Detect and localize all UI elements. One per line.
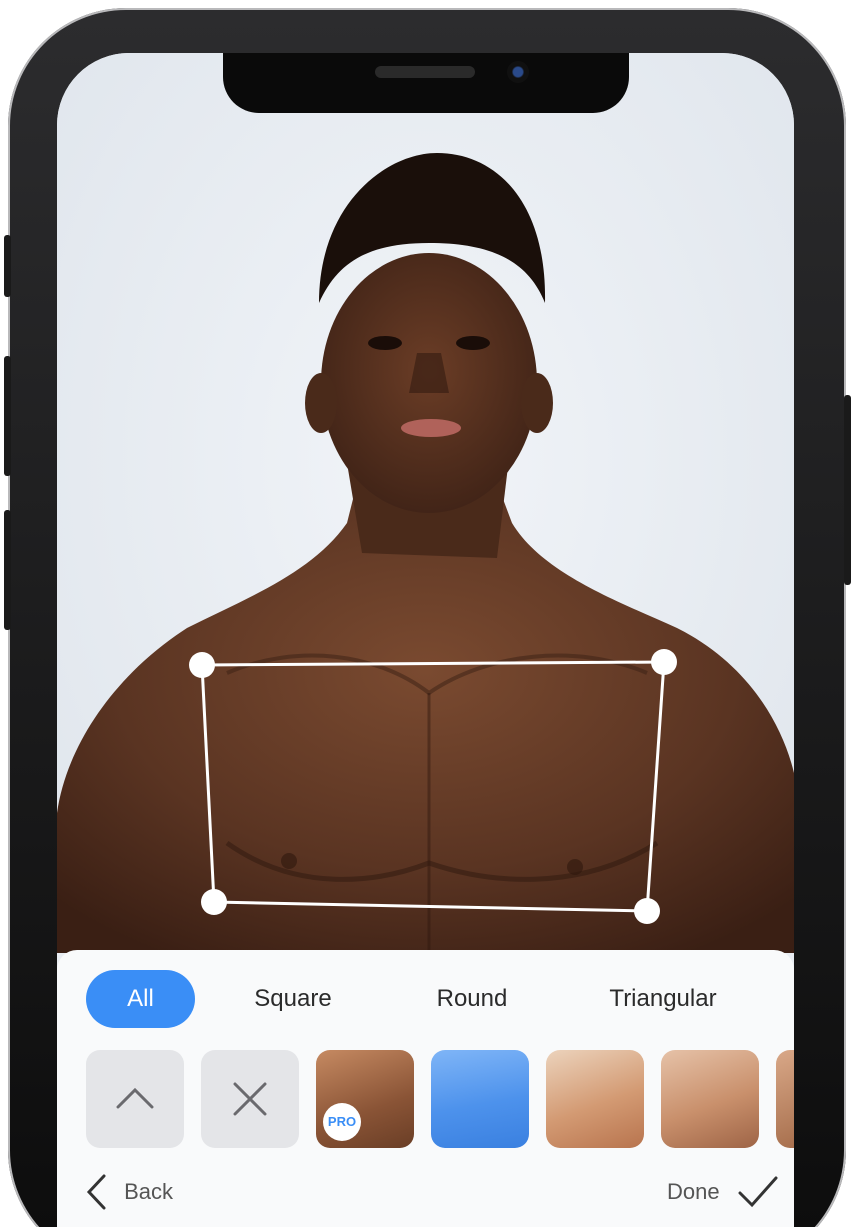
volume-up-button <box>4 356 11 476</box>
back-label: Back <box>124 1179 174 1204</box>
tab-square[interactable]: Square <box>233 970 353 1028</box>
handle-bottom-left[interactable] <box>201 889 227 915</box>
chevron-left-icon <box>86 1174 106 1210</box>
side-button <box>4 235 11 297</box>
tab-triangular[interactable]: Triangular <box>593 970 733 1028</box>
power-button <box>844 395 851 585</box>
phone-notch <box>223 53 629 113</box>
close-icon <box>233 1082 267 1116</box>
clear-button[interactable] <box>201 1050 299 1148</box>
front-camera <box>507 61 529 83</box>
tab-round[interactable]: Round <box>417 970 527 1028</box>
abs-preset-thumbnail-3[interactable] <box>546 1050 644 1148</box>
app-screen: All Square Round Triangular PRO Back Don… <box>57 53 794 1227</box>
pro-badge: PRO <box>323 1103 361 1141</box>
abs-preset-thumbnail-5[interactable] <box>776 1050 794 1148</box>
handle-bottom-right[interactable] <box>634 898 660 924</box>
abs-preset-thumbnail-1[interactable]: PRO <box>316 1050 414 1148</box>
body-photo-illustration <box>57 153 794 953</box>
speaker-grille <box>375 66 475 78</box>
done-label: Done <box>667 1179 720 1204</box>
back-button[interactable]: Back <box>84 1172 173 1212</box>
volume-down-button <box>4 510 11 630</box>
tab-all[interactable]: All <box>86 970 195 1028</box>
done-button[interactable]: Done <box>667 1172 780 1212</box>
chevron-up-icon <box>116 1087 154 1109</box>
checkmark-icon <box>738 1176 778 1208</box>
collapse-button[interactable] <box>86 1050 184 1148</box>
body-photo <box>57 53 794 953</box>
bottom-panel: All Square Round Triangular PRO Back Don… <box>57 950 794 1227</box>
handle-top-left[interactable] <box>189 652 215 678</box>
handle-top-right[interactable] <box>651 649 677 675</box>
abs-preset-thumbnail-2[interactable] <box>431 1050 529 1148</box>
abs-preset-thumbnail-4[interactable] <box>661 1050 759 1148</box>
